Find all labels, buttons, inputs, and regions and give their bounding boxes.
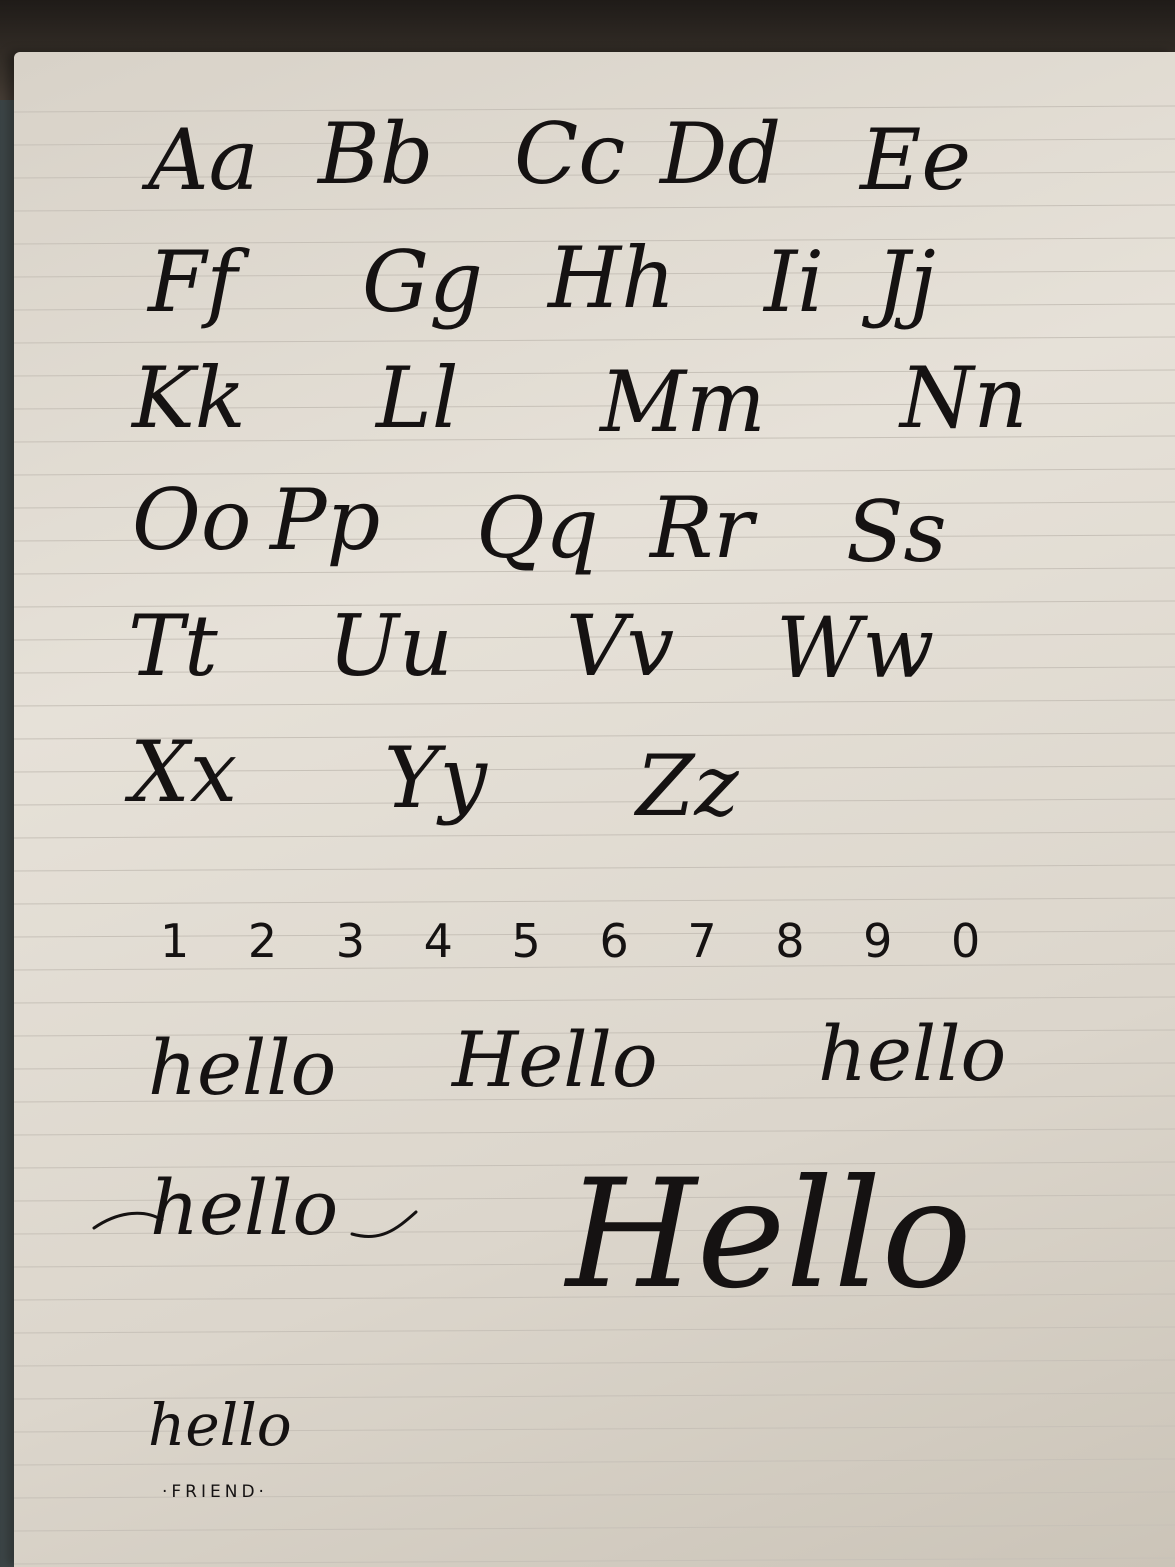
- rule-line: [14, 336, 1175, 344]
- letter-pair-ww: Ww: [776, 599, 935, 697]
- rule-line: [14, 1326, 1175, 1334]
- letter-pair-pp: Pp: [270, 471, 381, 569]
- rule-line: [14, 864, 1175, 872]
- letter-pair-xx: Xx: [130, 723, 238, 821]
- rule-line: [14, 1128, 1175, 1136]
- letter-pair-zz: Zz: [636, 737, 739, 835]
- rule-line: [14, 1557, 1175, 1565]
- letter-pair-ll: Ll: [376, 349, 459, 447]
- letter-pair-uu: Uu: [328, 597, 453, 695]
- letter-pair-cc: Cc: [514, 105, 626, 203]
- letter-pair-tt: Tt: [128, 597, 218, 695]
- letter-pair-ss: Ss: [846, 483, 947, 581]
- letter-pair-mm: Mm: [600, 353, 766, 451]
- letter-pair-ii: Ii: [764, 233, 825, 331]
- rule-line: [14, 831, 1175, 839]
- letter-pair-nn: Nn: [900, 349, 1028, 447]
- rule-line: [14, 699, 1175, 707]
- rule-line: [14, 996, 1175, 1004]
- hello-word-large: Hello: [566, 1148, 972, 1322]
- letter-pair-qq: Qq: [476, 479, 599, 577]
- hello-word-1: hello: [148, 1023, 337, 1112]
- letter-pair-rr: Rr: [650, 479, 754, 577]
- letter-pair-ff: Ff: [148, 233, 238, 331]
- letter-pair-bb: Bb: [318, 105, 434, 203]
- letter-pair-gg: Gg: [362, 233, 483, 331]
- letter-pair-dd: Dd: [660, 105, 782, 203]
- rule-line: [14, 897, 1175, 905]
- letter-pair-aa: Aa: [148, 111, 259, 209]
- hello-word-3: hello: [818, 1009, 1007, 1098]
- digits-row: 1 2 3 4 5 6 7 8 9 0: [160, 914, 1003, 968]
- letter-pair-kk: Kk: [132, 349, 246, 447]
- letter-pair-hh: Hh: [548, 229, 676, 327]
- hello-word-2: Hello: [452, 1015, 658, 1104]
- rule-line: [14, 1524, 1175, 1532]
- rule-line: [14, 1458, 1175, 1466]
- letter-pair-oo: Oo: [132, 471, 252, 569]
- hello-word-small: hello: [148, 1391, 292, 1459]
- flourish-swash: [92, 1210, 418, 1239]
- letter-pair-ee: Ee: [860, 111, 972, 209]
- letter-pair-vv: Vv: [566, 597, 675, 695]
- letter-pair-jj: Jj: [876, 233, 936, 331]
- rule-line: [14, 1359, 1175, 1367]
- friend-caption: ·FRIEND·: [162, 1482, 268, 1502]
- letter-pair-yy: Yy: [384, 729, 487, 827]
